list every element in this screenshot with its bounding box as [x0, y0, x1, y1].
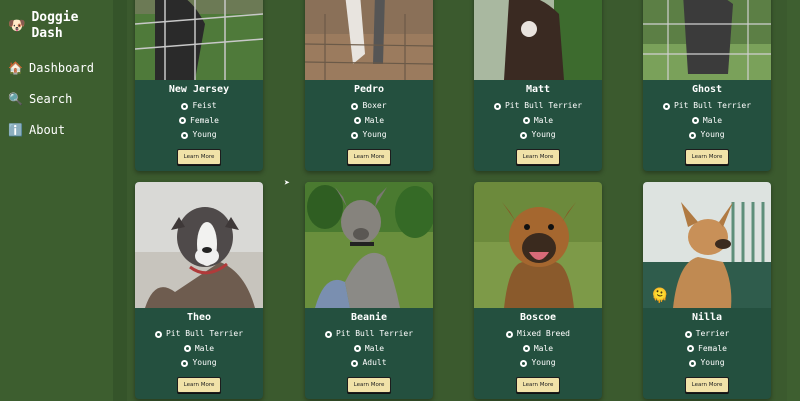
radio-icon	[691, 117, 699, 125]
dog-card: Boscoe Mixed Breed Male Young Learn More	[474, 182, 602, 399]
nav-label: Search	[29, 92, 73, 106]
radio-icon	[353, 345, 361, 353]
dog-name: Beanie	[350, 312, 388, 323]
dog-sex: Male	[643, 114, 771, 129]
dog-card: Pedro Boxer Male Young Learn More	[305, 0, 433, 171]
dog-photo[interactable]	[305, 0, 433, 80]
radio-icon	[689, 359, 697, 367]
dog-name: Ghost	[691, 84, 723, 95]
dog-photo[interactable]	[474, 182, 602, 308]
radio-icon	[351, 131, 359, 139]
learn-more-button[interactable]: Learn More	[515, 376, 561, 393]
radio-icon	[522, 117, 530, 125]
dog-name: New Jersey	[168, 84, 230, 95]
dog-face-icon: 🐶	[8, 18, 26, 34]
radio-icon	[506, 330, 513, 338]
radio-icon	[520, 131, 528, 139]
dog-card: New Jersey Feist Female Young Learn More	[135, 0, 263, 171]
dog-photo[interactable]: 🫠	[643, 182, 771, 308]
dog-name: Matt	[525, 84, 551, 95]
dog-card: 🫠 Nilla Terrier Female Young Learn More	[643, 182, 771, 399]
nav-label: Dashboard	[29, 61, 95, 75]
dog-breed: Mixed Breed	[474, 327, 602, 342]
dog-age: Young	[643, 128, 771, 143]
nav-item-about[interactable]: ℹ️ About	[8, 122, 105, 138]
dog-name: Pedro	[353, 84, 385, 95]
brand[interactable]: 🐶 Doggie Dash	[8, 10, 105, 42]
learn-more-button[interactable]: Learn More	[684, 376, 730, 393]
dog-sex: Female	[643, 342, 771, 357]
dog-photo[interactable]	[643, 0, 771, 80]
learn-more-button[interactable]: Learn More	[346, 376, 392, 393]
dog-card: Theo Pit Bull Terrier Male Young Learn M…	[135, 182, 263, 399]
learn-more-button[interactable]: Learn More	[346, 148, 392, 165]
dog-sex: Male	[135, 342, 263, 357]
dog-card: Ghost Pit Bull Terrier Male Young Learn …	[643, 0, 771, 171]
nav-item-dashboard[interactable]: 🏠 Dashboard	[8, 60, 105, 76]
learn-more-button[interactable]: Learn More	[176, 148, 222, 165]
radio-icon	[181, 131, 189, 139]
magnifier-icon: 🔍	[8, 92, 23, 106]
info-icon: ℹ️	[8, 123, 23, 137]
radio-icon	[684, 330, 692, 338]
dog-name: Boscoe	[519, 312, 557, 323]
nav-label: About	[29, 123, 66, 137]
dog-sex: Male	[474, 114, 602, 129]
radio-icon	[353, 117, 361, 125]
radio-icon	[179, 117, 187, 125]
dog-age: Adult	[305, 356, 433, 371]
radio-icon	[351, 359, 359, 367]
dog-sex: Female	[135, 114, 263, 129]
dog-breed: Feist	[135, 99, 263, 114]
radio-icon	[662, 102, 670, 110]
dog-breed: Pit Bull Terrier	[643, 99, 771, 114]
dog-photo[interactable]	[474, 0, 602, 80]
dog-name: Nilla	[691, 312, 723, 323]
radio-icon	[181, 102, 189, 110]
dog-age: Young	[135, 356, 263, 371]
radio-icon	[689, 131, 697, 139]
brand-name: Doggie Dash	[31, 10, 79, 41]
learn-more-button[interactable]: Learn More	[176, 376, 222, 393]
dog-age: Young	[474, 356, 602, 371]
radio-icon	[154, 330, 162, 338]
radio-icon	[351, 102, 359, 110]
dog-name: Theo	[186, 312, 212, 323]
radio-icon	[520, 359, 528, 367]
dog-breed: Pit Bull Terrier	[135, 327, 263, 342]
smiling-face-icon: 🫠	[651, 288, 669, 304]
dog-breed: Terrier	[643, 327, 771, 342]
nav-item-search[interactable]: 🔍 Search	[8, 91, 105, 107]
mouse-cursor-icon: ➤	[284, 178, 291, 189]
scroll-gutter	[787, 0, 800, 401]
radio-icon	[687, 345, 695, 353]
radio-icon	[181, 359, 189, 367]
learn-more-button[interactable]: Learn More	[515, 148, 561, 165]
radio-icon	[324, 330, 332, 338]
dog-photo[interactable]	[305, 182, 433, 308]
learn-more-button[interactable]: Learn More	[684, 148, 730, 165]
dog-photo[interactable]	[135, 182, 263, 308]
radio-icon	[493, 102, 501, 110]
radio-icon	[522, 345, 530, 353]
dog-age: Young	[135, 128, 263, 143]
dog-card: Matt Pit Bull Terrier Male Young Learn M…	[474, 0, 602, 171]
dog-breed: Pit Bull Terrier	[474, 99, 602, 114]
dog-sex: Male	[305, 342, 433, 357]
house-icon: 🏠	[8, 61, 23, 75]
sidebar: 🐶 Doggie Dash 🏠 Dashboard 🔍 Search ℹ️ Ab…	[0, 0, 113, 401]
dog-card: Beanie Pit Bull Terrier Male Adult Learn…	[305, 182, 433, 399]
dog-breed: Pit Bull Terrier	[305, 327, 433, 342]
radio-icon	[183, 345, 191, 353]
dog-age: Young	[474, 128, 602, 143]
dog-age: Young	[643, 356, 771, 371]
dog-photo[interactable]	[135, 0, 263, 80]
dog-sex: Male	[474, 342, 602, 357]
dog-sex: Male	[305, 114, 433, 129]
dog-breed: Boxer	[305, 99, 433, 114]
dog-age: Young	[305, 128, 433, 143]
